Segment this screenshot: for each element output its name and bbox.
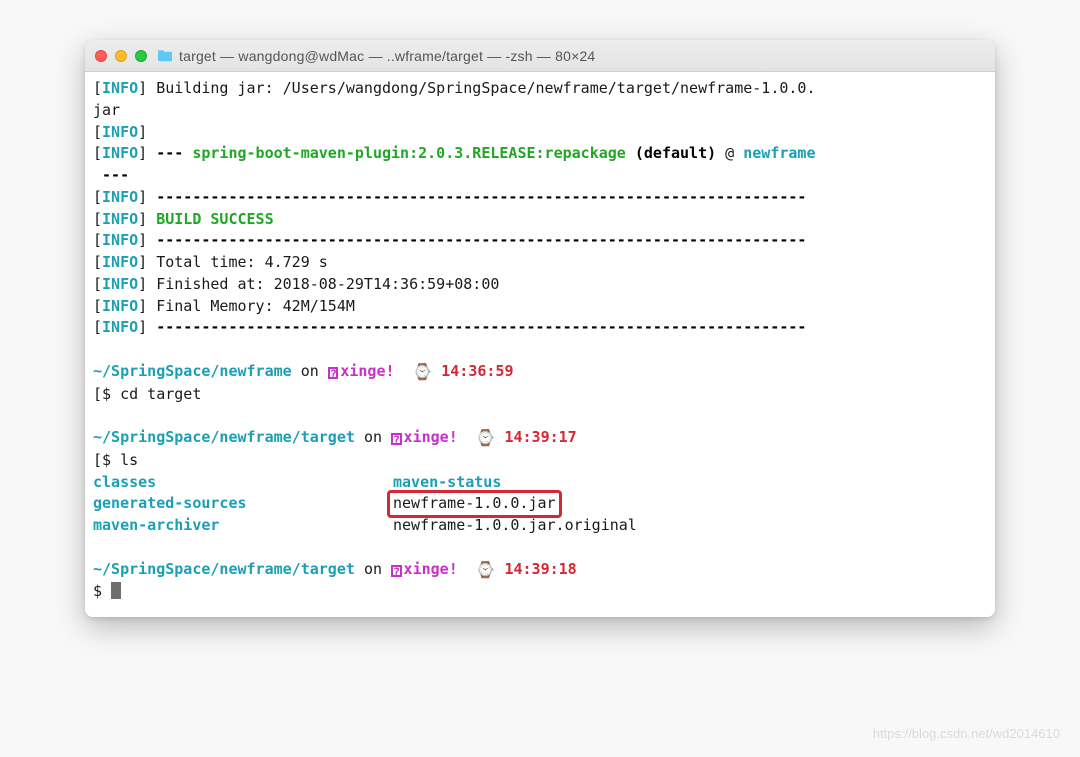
log-line: [INFO] ---------------------------------… — [93, 317, 987, 339]
log-line: --- — [93, 165, 987, 187]
log-line: [INFO] Final Memory: 42M/154M — [93, 296, 987, 318]
question-icon: ? — [391, 433, 402, 445]
cursor — [111, 582, 121, 599]
watch-icon: ⌚ — [413, 362, 433, 381]
terminal-content[interactable]: [INFO] Building jar: /Users/wangdong/Spr… — [85, 72, 995, 617]
highlighted-jar: newframe-1.0.0.jar — [387, 490, 562, 518]
log-line: [INFO] BUILD SUCCESS — [93, 209, 987, 231]
log-line: [INFO] Total time: 4.729 s — [93, 252, 987, 274]
directory-item: generated-sources — [93, 493, 393, 515]
current-prompt[interactable]: $ — [93, 581, 987, 603]
ls-row: maven-archivernewframe-1.0.0.jar.origina… — [93, 515, 987, 537]
prompt-line: ~/SpringSpace/newframe/target on ?xinge!… — [93, 427, 987, 450]
file-item: newframe-1.0.0.jar — [393, 494, 556, 512]
watch-icon: ⌚ — [476, 428, 496, 447]
directory-item: maven-status — [393, 473, 501, 491]
ls-row: generated-sourcesnewframe-1.0.0.jar — [93, 493, 987, 515]
folder-icon — [157, 49, 173, 62]
watermark: https://blog.csdn.net/wd2014610 — [873, 726, 1060, 741]
window-title: target — wangdong@wdMac — ..wframe/targe… — [179, 48, 595, 64]
log-line: [INFO] Finished at: 2018-08-29T14:36:59+… — [93, 274, 987, 296]
maximize-button[interactable] — [135, 50, 147, 62]
log-line: [INFO] ---------------------------------… — [93, 230, 987, 252]
question-icon: ? — [328, 367, 339, 379]
prompt-line: ~/SpringSpace/newframe/target on ?xinge!… — [93, 559, 987, 582]
file-item: newframe-1.0.0.jar.original — [393, 516, 637, 534]
blank-line — [93, 339, 987, 361]
log-line: [INFO] --- spring-boot-maven-plugin:2.0.… — [93, 143, 987, 165]
log-line: [INFO] ---------------------------------… — [93, 187, 987, 209]
minimize-button[interactable] — [115, 50, 127, 62]
titlebar[interactable]: target — wangdong@wdMac — ..wframe/targe… — [85, 40, 995, 72]
directory-item: maven-archiver — [93, 515, 393, 537]
log-line: jar — [93, 100, 987, 122]
log-line: [INFO] Building jar: /Users/wangdong/Spr… — [93, 78, 987, 100]
traffic-lights — [95, 50, 147, 62]
blank-line — [93, 405, 987, 427]
close-button[interactable] — [95, 50, 107, 62]
watch-icon: ⌚ — [476, 560, 496, 579]
prompt-line: ~/SpringSpace/newframe on ?xinge! ⌚ 14:3… — [93, 361, 987, 384]
command-line: [$ cd target — [93, 384, 987, 406]
blank-line — [93, 537, 987, 559]
terminal-window: target — wangdong@wdMac — ..wframe/targe… — [85, 40, 995, 617]
log-line: [INFO] — [93, 122, 987, 144]
question-icon: ? — [391, 565, 402, 577]
directory-item: classes — [93, 472, 393, 494]
command-line: [$ ls — [93, 450, 987, 472]
